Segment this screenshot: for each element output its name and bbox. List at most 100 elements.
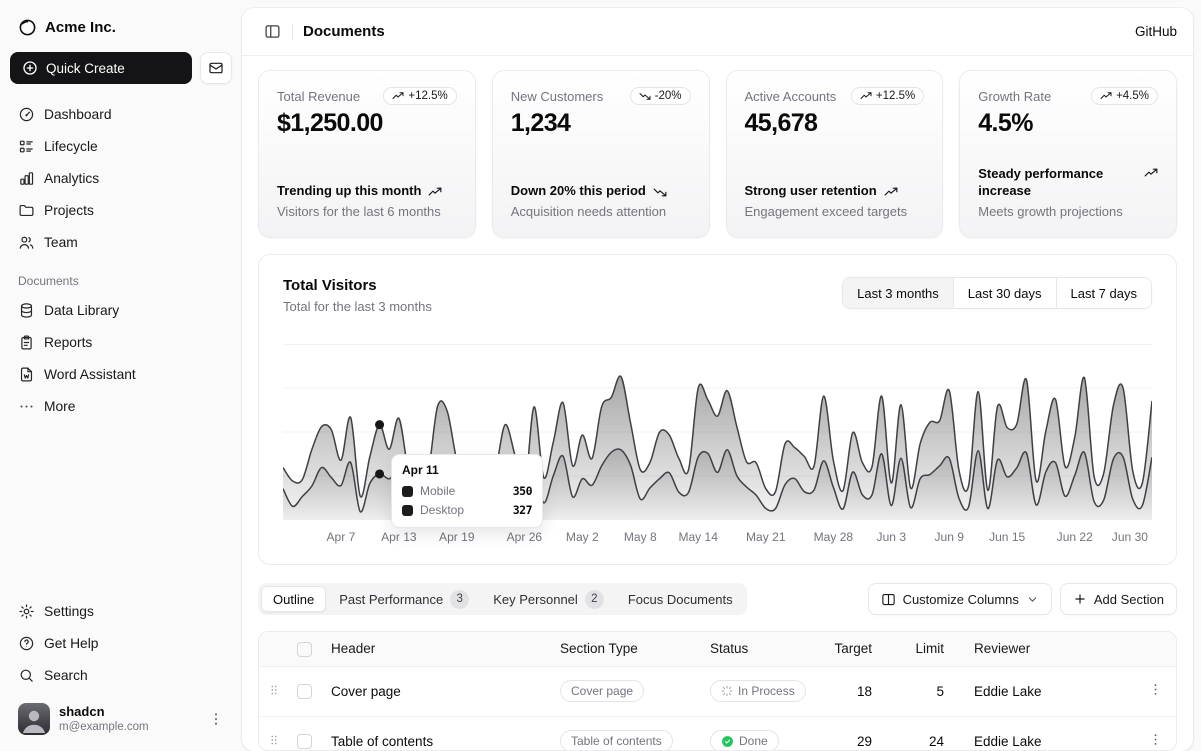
chevron-down-icon: [1026, 593, 1039, 606]
chart-bar-icon: [18, 170, 35, 187]
sidebar-item-lifecycle[interactable]: Lifecycle: [10, 130, 232, 162]
tabs-list: Outline Past Performance3 Key Personnel2…: [258, 583, 747, 615]
card-label: Active Accounts: [745, 87, 837, 104]
quick-create-label: Quick Create: [46, 61, 125, 76]
tab-key-personnel[interactable]: Key Personnel2: [482, 586, 615, 612]
col-status: Status: [702, 632, 820, 666]
columns-icon: [881, 592, 896, 607]
file-word-icon: [18, 366, 35, 383]
trend-badge: -20%: [630, 87, 691, 105]
tab-past-performance[interactable]: Past Performance3: [328, 586, 480, 612]
range-option-7days[interactable]: Last 7 days: [1056, 278, 1152, 308]
user-menu[interactable]: shadcn m@example.com: [10, 697, 232, 741]
target-cell[interactable]: 18: [820, 666, 894, 716]
desktop-series-swatch: [402, 505, 413, 516]
loader-icon: [721, 685, 733, 697]
table-row: Table of contents Table of contents Done…: [259, 716, 1176, 751]
trending-up-icon: [860, 90, 872, 102]
col-section-type: Section Type: [552, 632, 702, 666]
search-icon: [18, 667, 35, 684]
row-checkbox[interactable]: [297, 734, 312, 749]
trending-up-icon: [1100, 90, 1112, 102]
circle-check-icon: [721, 735, 734, 748]
limit-cell[interactable]: 5: [894, 666, 966, 716]
settings-icon: [18, 603, 35, 620]
sidebar-group-label: Documents: [10, 274, 232, 288]
mail-icon: [208, 60, 224, 76]
tab-outline[interactable]: Outline: [261, 586, 326, 612]
sidebar-item-search[interactable]: Search: [10, 659, 232, 691]
svg-text:Jun 3: Jun 3: [877, 530, 907, 544]
drag-handle[interactable]: [259, 666, 289, 716]
add-section-button[interactable]: Add Section: [1060, 583, 1177, 615]
sidebar-item-more[interactable]: More: [10, 390, 232, 422]
row-menu-button[interactable]: [1134, 716, 1176, 751]
sidebar-item-team[interactable]: Team: [10, 226, 232, 258]
row-header-cell[interactable]: Table of contents: [323, 716, 552, 751]
company-name: Acme Inc.: [45, 19, 116, 36]
tooltip-date: Apr 11: [402, 463, 532, 477]
card-total-revenue: Total Revenue +12.5% $1,250.00 Trending …: [258, 70, 476, 238]
card-value: 1,234: [511, 109, 691, 138]
table-row: Cover page Cover page In Process 18 5 Ed…: [259, 666, 1176, 716]
circle-plus-icon: [22, 60, 38, 76]
user-email: m@example.com: [59, 720, 199, 734]
visitors-chart[interactable]: Apr 7Apr 13Apr 19Apr 26May 2May 8May 14M…: [283, 344, 1152, 546]
trending-up-icon: [884, 185, 898, 199]
quick-create-button[interactable]: Quick Create: [10, 52, 192, 84]
trending-down-icon: [653, 185, 667, 199]
row-menu-button[interactable]: [1134, 666, 1176, 716]
card-value: 4.5%: [978, 109, 1158, 138]
drag-handle[interactable]: [259, 716, 289, 751]
col-header: Header: [323, 632, 552, 666]
row-checkbox[interactable]: [297, 684, 312, 699]
trend-badge: +12.5%: [383, 87, 456, 105]
svg-text:Jun 30: Jun 30: [1112, 530, 1148, 544]
tab-focus-documents[interactable]: Focus Documents: [617, 586, 744, 612]
card-label: New Customers: [511, 87, 603, 104]
github-link[interactable]: GitHub: [1135, 24, 1177, 39]
select-all-checkbox[interactable]: [297, 642, 312, 657]
sidebar-item-analytics[interactable]: Analytics: [10, 162, 232, 194]
company-button[interactable]: Acme Inc.: [10, 10, 232, 44]
help-icon: [18, 635, 35, 652]
card-new-customers: New Customers -20% 1,234 Down 20% this p…: [492, 70, 710, 238]
section-type-badge: Cover page: [560, 680, 644, 702]
customize-columns-button[interactable]: Customize Columns: [868, 583, 1052, 615]
section-type-badge: Table of contents: [560, 730, 673, 751]
sidebar-item-projects[interactable]: Projects: [10, 194, 232, 226]
status-badge: Done: [710, 730, 779, 751]
inbox-button[interactable]: [200, 52, 232, 84]
svg-text:Apr 19: Apr 19: [439, 530, 475, 544]
folder-icon: [18, 202, 35, 219]
reviewer-cell[interactable]: Eddie Lake: [966, 666, 1134, 716]
panel-left-icon: [264, 23, 281, 40]
sidebar-item-reports[interactable]: Reports: [10, 326, 232, 358]
trend-badge: +4.5%: [1091, 87, 1158, 105]
sidebar-toggle-button[interactable]: [258, 18, 286, 46]
sidebar-item-settings[interactable]: Settings: [10, 595, 232, 627]
grip-vertical-icon: [267, 733, 281, 747]
page-content: Total Revenue +12.5% $1,250.00 Trending …: [242, 56, 1193, 751]
sidebar-item-get-help[interactable]: Get Help: [10, 627, 232, 659]
range-option-30days[interactable]: Last 30 days: [953, 278, 1056, 308]
trend-badge: +12.5%: [851, 87, 924, 105]
table-toolbar: Outline Past Performance3 Key Personnel2…: [258, 583, 1177, 615]
svg-text:Apr 7: Apr 7: [327, 530, 356, 544]
actions-column-header: [1134, 632, 1176, 666]
svg-text:Jun 9: Jun 9: [934, 530, 964, 544]
sidebar-item-dashboard[interactable]: Dashboard: [10, 98, 232, 130]
svg-text:Apr 26: Apr 26: [507, 530, 543, 544]
ellipsis-vertical-icon: [208, 711, 224, 727]
quick-create-row: Quick Create: [10, 52, 232, 84]
reviewer-cell[interactable]: Eddie Lake: [966, 716, 1134, 751]
chart-subtitle: Total for the last 3 months: [283, 299, 432, 314]
sidebar-item-data-library[interactable]: Data Library: [10, 294, 232, 326]
row-header-cell[interactable]: Cover page: [323, 666, 552, 716]
sidebar-item-word-assistant[interactable]: Word Assistant: [10, 358, 232, 390]
ellipsis-vertical-icon: [1148, 682, 1163, 697]
limit-cell[interactable]: 24: [894, 716, 966, 751]
range-option-3months[interactable]: Last 3 months: [843, 278, 953, 308]
card-value: 45,678: [745, 109, 925, 138]
target-cell[interactable]: 29: [820, 716, 894, 751]
